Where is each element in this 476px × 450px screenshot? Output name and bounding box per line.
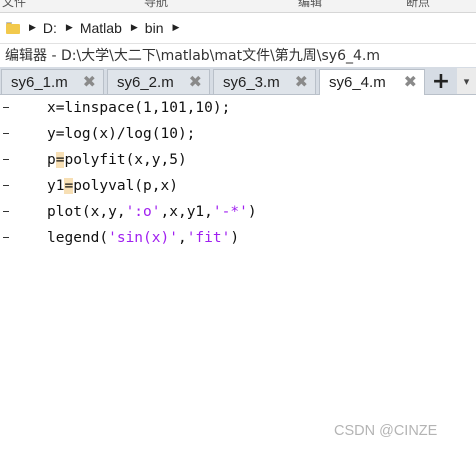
menu-item-edit[interactable]: 编辑: [298, 0, 322, 10]
code-line: plot(x,y,':o',x,y1,'-*'): [0, 199, 476, 225]
path-segment-matlab[interactable]: Matlab: [80, 20, 122, 36]
code-text[interactable]: x=linspace(1,101,10);: [47, 95, 230, 121]
line-marker: [3, 211, 9, 212]
tab-sy6-1[interactable]: sy6_1.m ✖: [1, 69, 104, 94]
line-marker: [3, 159, 9, 160]
close-icon[interactable]: ✖: [404, 74, 417, 90]
tab-scroll-button[interactable]: ▾: [457, 68, 476, 94]
tab-label: sy6_2.m: [117, 73, 174, 91]
editor-title: 编辑器 - D:\大学\大二下\matlab\mat文件\第九周\sy6_4.m: [5, 48, 380, 64]
line-marker: [3, 237, 9, 238]
warning-highlight: =: [64, 178, 74, 194]
path-segment-bin[interactable]: bin: [145, 20, 164, 36]
file-tab-bar: sy6_1.m ✖ sy6_2.m ✖ sy6_3.m ✖ sy6_4.m ✖ …: [0, 67, 476, 95]
code-line: legend('sin(x)','fit'): [0, 225, 476, 251]
chevron-right-icon[interactable]: ▶: [29, 23, 36, 33]
tab-sy6-3[interactable]: sy6_3.m ✖: [213, 69, 316, 94]
code-text[interactable]: legend('sin(x)','fit'): [47, 225, 239, 251]
tab-label: sy6_3.m: [223, 73, 280, 91]
code-text[interactable]: p=polyfit(x,y,5): [47, 147, 187, 173]
code-line: y=log(x)/log(10);: [0, 121, 476, 147]
code-text[interactable]: y1=polyval(p,x): [47, 173, 178, 199]
code-text[interactable]: plot(x,y,':o',x,y1,'-*'): [47, 199, 257, 225]
code-editor[interactable]: x=linspace(1,101,10); y=log(x)/log(10); …: [0, 95, 476, 450]
close-icon[interactable]: ✖: [295, 74, 308, 90]
path-segment-drive[interactable]: D:: [43, 20, 57, 36]
menu-item-navigate[interactable]: 导航: [144, 0, 168, 10]
tab-sy6-2[interactable]: sy6_2.m ✖: [107, 69, 210, 94]
watermark: CSDN @CINZE: [334, 423, 438, 439]
code-line: y1=polyval(p,x): [0, 173, 476, 199]
chevron-right-icon[interactable]: ▶: [131, 23, 138, 33]
line-marker: [3, 133, 9, 134]
code-text[interactable]: y=log(x)/log(10);: [47, 121, 195, 147]
tab-label: sy6_4.m: [329, 74, 386, 91]
code-line: x=linspace(1,101,10);: [0, 95, 476, 121]
code-line: p=polyfit(x,y,5): [0, 147, 476, 173]
line-marker: [3, 185, 9, 186]
current-folder-bar[interactable]: ▶ D: ▶ Matlab ▶ bin ▶: [0, 13, 476, 44]
close-icon[interactable]: ✖: [83, 74, 96, 90]
chevron-down-icon[interactable]: ▾: [464, 75, 470, 88]
chevron-right-icon[interactable]: ▶: [66, 23, 73, 33]
line-marker: [3, 107, 9, 108]
tab-sy6-4[interactable]: sy6_4.m ✖: [319, 69, 425, 95]
menu-item-breakpoints[interactable]: 断点: [406, 0, 430, 10]
chevron-right-icon[interactable]: ▶: [172, 23, 179, 33]
menu-strip: 文件 导航 编辑 断点: [0, 0, 476, 13]
editor-title-bar: 编辑器 - D:\大学\大二下\matlab\mat文件\第九周\sy6_4.m: [0, 44, 476, 66]
close-icon[interactable]: ✖: [189, 74, 202, 90]
menu-item-file[interactable]: 文件: [2, 0, 26, 10]
folder-icon[interactable]: [6, 22, 20, 34]
plus-icon[interactable]: +: [428, 69, 454, 94]
tab-label: sy6_1.m: [11, 73, 68, 91]
